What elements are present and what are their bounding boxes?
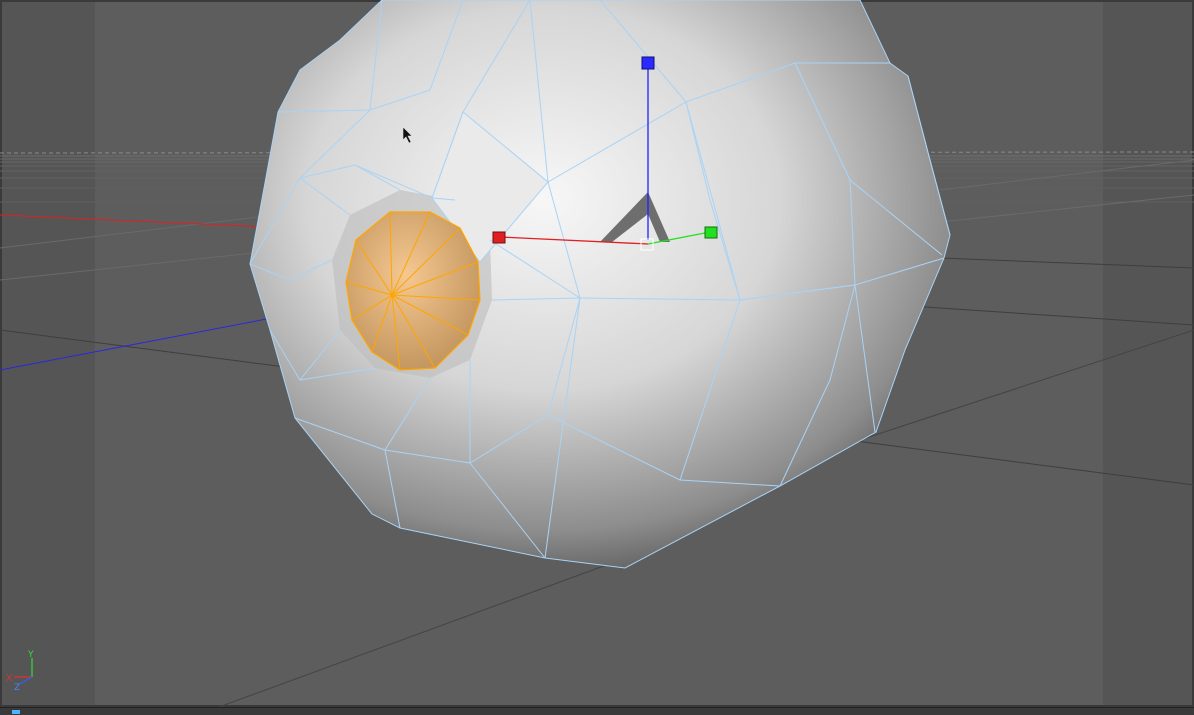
safe-frame-left: [0, 0, 95, 714]
viewport-3d[interactable]: Y X Z: [0, 0, 1194, 714]
status-indicator: [12, 710, 20, 714]
axis-y-label: Y: [27, 650, 34, 660]
safe-frame-right: [1103, 0, 1194, 714]
gizmo-x-handle[interactable]: [492, 231, 506, 244]
gizmo-z-handle[interactable]: [704, 226, 718, 239]
viewport-canvas[interactable]: Y X Z: [0, 0, 1194, 714]
gizmo-y-handle[interactable]: [641, 56, 655, 70]
axis-x-label: X: [6, 674, 12, 684]
axis-z-label: Z: [14, 683, 20, 693]
